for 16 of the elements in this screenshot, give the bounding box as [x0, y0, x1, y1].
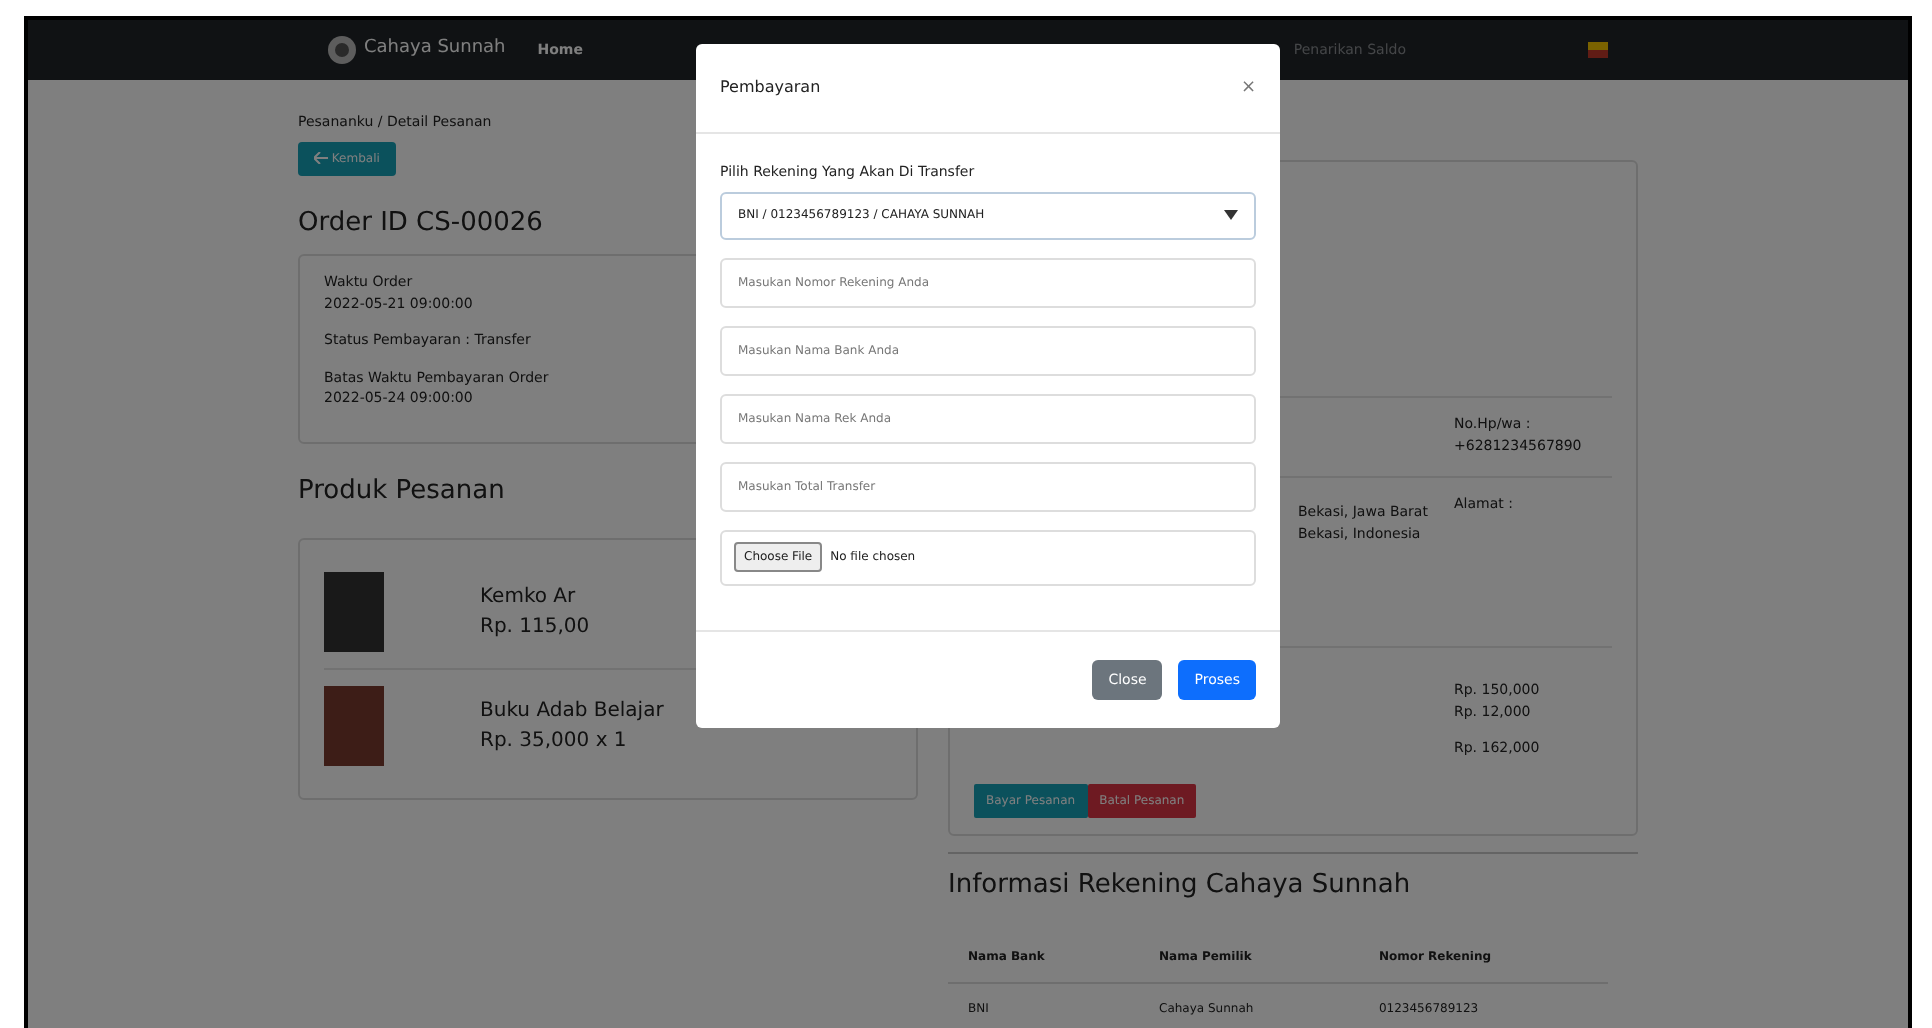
- flag-icon[interactable]: [1588, 42, 1608, 58]
- bank-info-heading: Informasi Rekening Cahaya Sunnah: [948, 869, 1411, 901]
- dialog-title: Pembayaran: [720, 76, 821, 100]
- order-id-heading: Order ID CS-00026: [298, 207, 543, 239]
- photo-placeholder: [324, 572, 384, 653]
- product-price: Rp. 35,000 x 1: [480, 728, 629, 757]
- brand-link[interactable]: Cahaya Sunnah: [328, 36, 506, 64]
- close-button[interactable]: ×: [1240, 79, 1256, 97]
- product-name[interactable]: Kemko Ar: [480, 582, 590, 613]
- product-price: Rp. 115,00: [480, 614, 590, 643]
- products-heading: Produk Pesanan: [298, 475, 505, 507]
- product-name[interactable]: Buku Adab Belajar: [480, 696, 664, 727]
- logo-icon: [328, 36, 356, 64]
- arrow-left-icon: [314, 151, 328, 164]
- caret-icon: [1224, 210, 1238, 220]
- photo-placeholder: [324, 686, 384, 767]
